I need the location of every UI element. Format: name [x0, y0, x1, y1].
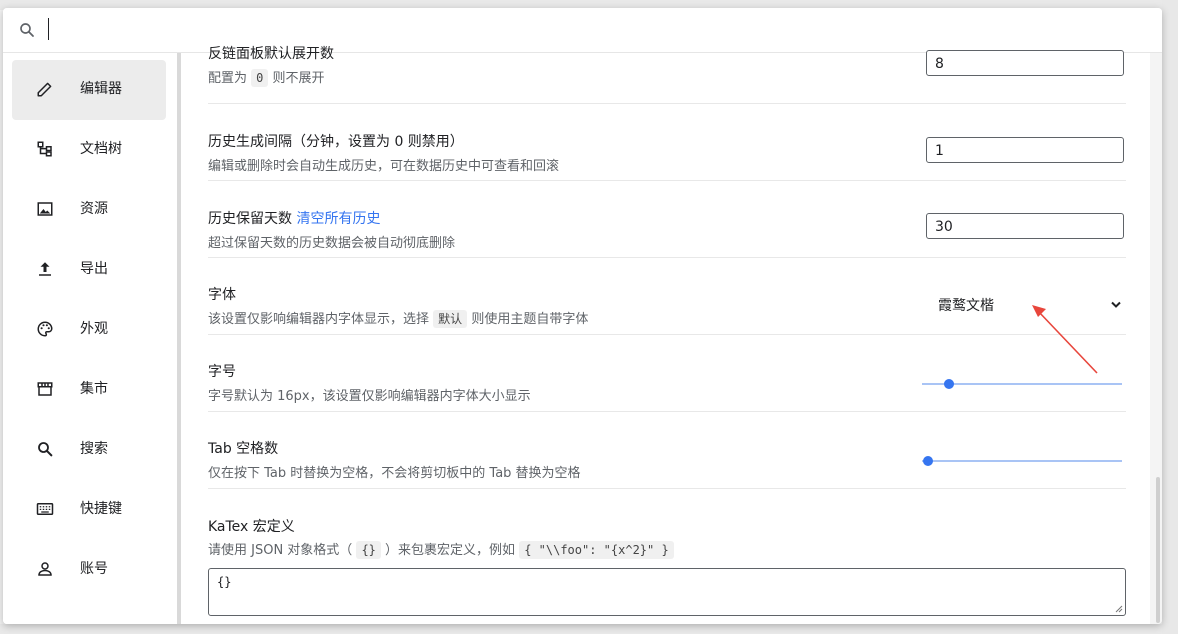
setting-title-katex: KaTex 宏定义 [208, 519, 295, 535]
setting-title: 反链面板默认展开数 [208, 46, 334, 62]
pencil-icon [37, 82, 52, 97]
sidebar-item-label: 编辑器 [80, 81, 122, 97]
clear-history-link[interactable]: 清空所有历史 [296, 211, 380, 227]
palette-icon [37, 321, 53, 337]
sidebar-item-label: 资源 [80, 201, 108, 217]
inline-code: 0 [251, 69, 269, 87]
sidebar-item-export[interactable]: 导出 [12, 240, 166, 300]
font-select[interactable]: 霞鹜文楷 [926, 291, 1126, 319]
chevron-down-icon [1111, 301, 1121, 308]
setting-description: 超过保留天数的历史数据会被自动彻底删除 [208, 236, 456, 251]
inline-code: { "\\foo": "{x^2}" } [519, 541, 674, 559]
store-icon [37, 382, 53, 396]
image-icon [37, 202, 53, 216]
sidebar-scrollbar[interactable] [177, 53, 181, 624]
slider-thumb[interactable] [923, 456, 933, 466]
tree-icon [37, 141, 52, 157]
resize-grip-icon[interactable] [1115, 605, 1123, 613]
sidebar-item-doctree[interactable]: 文档树 [12, 120, 166, 180]
setting-description: 字号默认为 16px，该设置仅影响编辑器内字体大小显示 [208, 389, 531, 404]
inline-code: 默认 [433, 310, 468, 328]
background-window-edge [1162, 0, 1178, 634]
font-size-slider[interactable] [922, 379, 1122, 389]
setting-description: 配置为 0 则不展开 [208, 69, 325, 87]
setting-history-interval: 历史生成间隔（分钟，设置为 0 则禁用） 编辑或删除时会自动生成历史，可在数据历… [208, 103, 1126, 181]
sidebar-item-keymap[interactable]: 快捷键 [12, 480, 166, 540]
setting-font: 字体 该设置仅影响编辑器内字体显示，选择 默认 则使用主题自带字体 霞鹜文楷 [208, 257, 1126, 335]
history-interval-input[interactable]: 1 [926, 137, 1124, 163]
upload-icon [39, 262, 51, 276]
slider-thumb[interactable] [944, 379, 954, 389]
setting-description-katex: 请使用 JSON 对象格式（ {} ）来包裹宏定义，例如 { "\\foo": … [208, 539, 674, 559]
setting-description: 编辑或删除时会自动生成历史，可在数据历史中可查看和回滚 [208, 159, 560, 174]
setting-font-size: 字号 字号默认为 16px，该设置仅影响编辑器内字体大小显示 [208, 334, 1126, 412]
settings-content: 反链面板默认展开数 配置为 0 则不展开 8 历史生成间隔（分钟，设置为 0 则… [184, 46, 1162, 624]
search-icon [20, 23, 34, 37]
setting-description: 仅在按下 Tab 时替换为空格，不会将剪切板中的 Tab 替换为空格 [208, 466, 581, 481]
setting-title: Tab 空格数 [208, 441, 279, 457]
history-keep-input[interactable]: 30 [926, 213, 1124, 239]
font-select-value: 霞鹜文楷 [938, 298, 994, 314]
setting-title: 字号 [208, 364, 236, 380]
sidebar-item-account[interactable]: 账号 [12, 540, 166, 600]
tab-space-slider[interactable] [922, 456, 1122, 466]
sidebar-item-label: 快捷键 [80, 501, 122, 517]
sidebar-item-label: 账号 [80, 561, 108, 577]
sidebar-item-appearance[interactable]: 外观 [12, 300, 166, 360]
setting-tab-space: Tab 空格数 仅在按下 Tab 时替换为空格，不会将剪切板中的 Tab 替换为… [208, 411, 1126, 489]
sidebar-item-assets[interactable]: 资源 [12, 180, 166, 240]
search-input[interactable] [49, 16, 1139, 44]
sidebar-item-label: 文档树 [80, 141, 122, 157]
setting-title: 历史保留天数 清空所有历史 [208, 211, 381, 227]
sidebar-item-label: 集市 [80, 381, 108, 397]
content-scrollbar[interactable] [1156, 477, 1160, 623]
search-icon [38, 442, 53, 457]
person-icon [38, 562, 52, 576]
inline-code: {} [356, 541, 381, 559]
background-window-strip-bottom [0, 624, 1178, 634]
settings-dialog: 编辑器 文档树 资源 导出 外观 集市 搜索 快捷键 账号 反链面板默认展开数 … [3, 8, 1162, 624]
backlink-expand-input[interactable]: 8 [926, 50, 1124, 76]
sidebar-item-label: 搜索 [80, 441, 108, 457]
setting-description: 该设置仅影响编辑器内字体显示，选择 默认 则使用主题自带字体 [208, 310, 589, 328]
setting-title: 历史生成间隔（分钟，设置为 0 则禁用） [208, 134, 464, 150]
sidebar-item-editor[interactable]: 编辑器 [12, 60, 166, 120]
sidebar-item-bazaar[interactable]: 集市 [12, 360, 166, 420]
setting-history-keep: 历史保留天数 清空所有历史 超过保留天数的历史数据会被自动彻底删除 30 [208, 180, 1126, 258]
sidebar-item-label: 外观 [80, 321, 108, 337]
editor-settings-panel: 反链面板默认展开数 配置为 0 则不展开 8 历史生成间隔（分钟，设置为 0 则… [184, 46, 1150, 624]
sidebar-item-search[interactable]: 搜索 [12, 420, 166, 480]
keyboard-icon [36, 503, 54, 515]
setting-title: 字体 [208, 287, 236, 303]
settings-sidebar: 编辑器 文档树 资源 导出 外观 集市 搜索 快捷键 账号 [3, 53, 177, 624]
setting-backlink-expand: 反链面板默认展开数 配置为 0 则不展开 8 [208, 43, 1126, 104]
katex-macros-textarea[interactable]: {} [208, 568, 1126, 616]
sidebar-item-label: 导出 [80, 261, 108, 277]
